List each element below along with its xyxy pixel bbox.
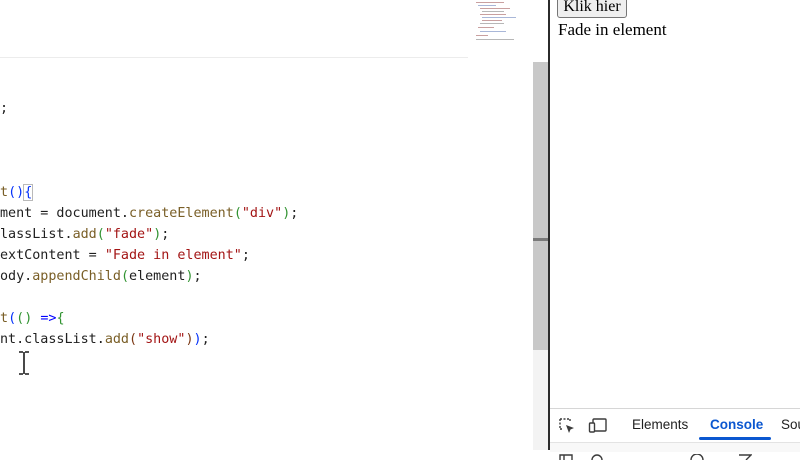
code-token: ) [193,332,202,347]
code-token: element [129,269,186,284]
code-token: ody. [0,269,33,284]
code-token: ( [129,332,138,347]
browser-preview [550,0,800,408]
clear-console-icon[interactable] [590,445,604,461]
minimap[interactable] [470,0,532,60]
code-line[interactable]: lassList.add("fade"); [0,225,169,245]
code-line[interactable]: nt.classList.add("show")); [0,330,210,350]
code-line[interactable]: t(){ [0,183,34,203]
code-token: "Fade in element" [104,248,242,263]
code-token: "fade" [104,227,154,242]
code-token: extContent = [0,248,105,263]
code-token: => [40,311,57,326]
console-toolbar [550,442,800,452]
code-token: { [23,184,34,201]
code-token: ment = document. [0,206,129,221]
code-token: ( [233,206,242,221]
code-line[interactable]: ody.appendChild(element); [0,267,202,287]
code-token: ) [16,185,25,200]
code-token: ; [161,227,170,242]
code-token: "show" [137,332,186,347]
code-token: { [56,311,65,326]
code-token: ( [96,227,105,242]
code-token: ; [201,332,210,347]
active-tab-indicator [699,437,771,440]
code-token: lassList. [0,227,73,242]
klik-hier-button[interactable]: Klik hier [557,0,627,18]
inspect-element-icon[interactable] [558,417,576,435]
code-token: "div" [241,206,283,221]
code-token: t [0,311,9,326]
code-line[interactable]: ; [0,99,8,119]
tab-elements[interactable]: Elements [632,415,688,435]
code-token: ( [16,311,25,326]
tab-sources[interactable]: Sou [781,415,800,435]
editor-scrollbar-thumb[interactable] [533,62,548,350]
code-token: createElement [129,206,234,221]
editor-top-border [0,57,468,58]
code-token: ; [241,248,250,263]
live-expression-icon[interactable] [690,445,704,461]
code-line[interactable]: t(() =>{ [0,309,65,329]
code-token: nt.classList. [0,332,105,347]
text-cursor-icon [16,350,32,376]
code-token: t [0,185,9,200]
code-token: ) [185,269,194,284]
code-token: add [72,227,97,242]
fade-in-element-text: Fade in element [558,20,667,39]
devtools-panel: Elements Console Sou [550,408,800,461]
code-token: ; [0,101,9,116]
code-token: add [104,332,129,347]
filter-icon[interactable] [738,445,753,461]
scroll-position-marker [533,238,548,241]
code-token: ( [8,185,17,200]
code-editor[interactable]: ; t(){ ment = document.createElement("di… [0,0,548,450]
code-token: ) [185,332,194,347]
sidebar-toggle-icon[interactable] [559,445,573,460]
code-line[interactable]: ment = document.createElement("div"); [0,204,298,224]
code-token: ; [290,206,299,221]
code-token: ( [120,269,129,284]
code-token: ( [8,311,17,326]
code-token: appendChild [32,269,121,284]
tab-console[interactable]: Console [710,415,763,435]
device-toolbar-icon[interactable] [588,417,607,435]
code-line[interactable]: extContent = "Fade in element"; [0,246,250,266]
code-token: ; [193,269,202,284]
